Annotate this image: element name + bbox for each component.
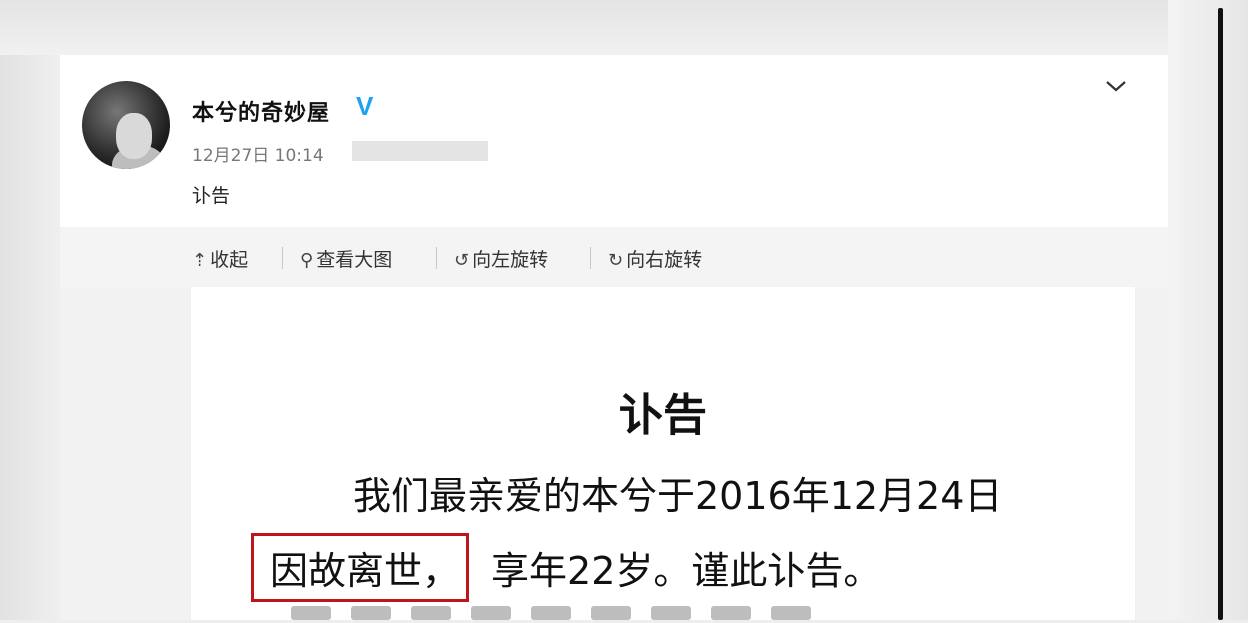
arrow-up-icon: ⇡ — [192, 250, 208, 271]
toolbar-divider — [436, 247, 437, 269]
rotate-left-label: 向左旋转 — [472, 249, 549, 271]
screen-edge — [1218, 8, 1223, 620]
rotate-right-icon: ↻ — [608, 250, 624, 271]
toolbar-divider — [282, 247, 283, 269]
post-text: 讣告 — [192, 185, 231, 207]
highlight-box: 因故离世， — [251, 533, 470, 602]
avatar[interactable] — [82, 81, 170, 169]
collapse-button[interactable]: ⇡ 收起 — [192, 245, 248, 272]
rotate-right-button[interactable]: ↻ 向右旋转 — [608, 245, 702, 272]
view-large-button[interactable]: ⚲ 查看大图 — [300, 245, 392, 272]
view-large-label: 查看大图 — [316, 249, 393, 271]
timestamp-blur — [352, 141, 488, 161]
verified-badge-icon: V — [356, 91, 374, 121]
collapse-label: 收起 — [210, 249, 249, 271]
rotate-left-button[interactable]: ↺ 向左旋转 — [454, 245, 548, 272]
rotate-left-icon: ↺ — [454, 250, 470, 271]
avatar-face — [116, 113, 152, 159]
obituary-title: 讣告 — [619, 390, 707, 441]
username[interactable]: 本兮的奇妙屋 — [192, 95, 330, 127]
background-right — [1168, 0, 1248, 620]
chevron-down-icon[interactable] — [1104, 75, 1128, 99]
toolbar-divider — [590, 247, 591, 269]
weibo-post-card: 本兮的奇妙屋 V 12月27日 10:14 讣告 ⇡ 收起 ⚲ 查看大图 ↺ 向左旋转… — [60, 55, 1168, 620]
background-left — [0, 0, 60, 620]
obituary-line-2-rest: 享年22岁。谨此讣告。 — [491, 549, 882, 593]
post-timestamp[interactable]: 12月27日 10:14 — [192, 141, 324, 166]
image-toolbar: ⇡ 收起 ⚲ 查看大图 ↺ 向左旋转 ↻ 向右旋转 — [60, 227, 1168, 287]
obituary-line-3-cutoff — [291, 605, 911, 623]
rotate-right-label: 向右旋转 — [626, 249, 703, 271]
obituary-line-1: 我们最亲爱的本兮于2016年12月24日 — [353, 474, 1003, 518]
background-top — [0, 0, 1248, 55]
obituary-image[interactable]: 讣告 我们最亲爱的本兮于2016年12月24日 因故离世， 享年22岁。谨此讣告。 — [190, 287, 1136, 620]
obituary-line-2: 因故离世， 享年22岁。谨此讣告。 — [251, 533, 881, 602]
search-icon: ⚲ — [300, 250, 314, 271]
